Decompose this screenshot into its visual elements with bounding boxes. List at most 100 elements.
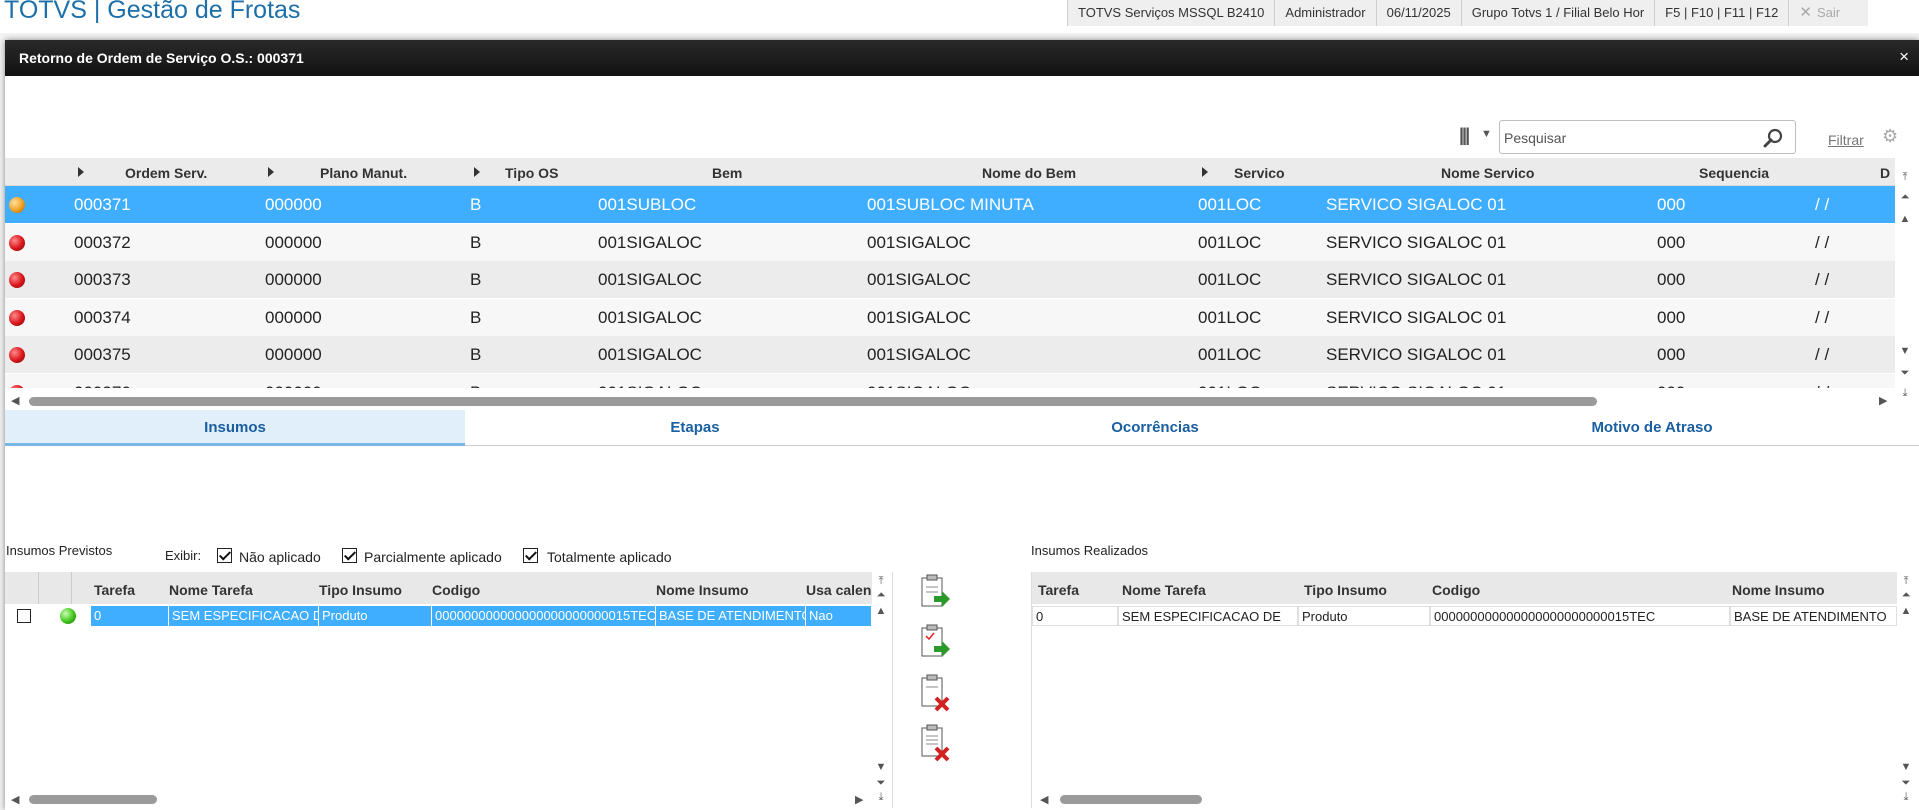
user-info[interactable]: Administrador	[1274, 0, 1375, 26]
scroll-bottom-icon[interactable]: ⤓	[1895, 388, 1915, 399]
filter-total-checkbox[interactable]	[523, 548, 538, 563]
tab-insumos[interactable]: Insumos	[5, 410, 465, 446]
scroll-page-up-icon[interactable]: ⏶	[1895, 192, 1915, 203]
status-orange-icon	[9, 197, 25, 213]
column-arrow-icon[interactable]	[78, 167, 84, 177]
scroll-bottom-icon[interactable]: ⤓	[872, 792, 890, 803]
table-row[interactable]: 000372 000000 B 001SIGALOC 001SIGALOC 001LOC S…	[5, 223, 1895, 261]
grid-horizontal-scrollbar[interactable]: ◀ ▶	[5, 394, 1895, 408]
scroll-page-down-icon[interactable]: ⏷	[1897, 778, 1915, 789]
scroll-up-icon[interactable]: ▲	[872, 606, 890, 617]
date-info[interactable]: 06/11/2025	[1375, 0, 1461, 26]
cell-tipo: B	[470, 383, 481, 389]
scroll-down-icon[interactable]: ▼	[872, 762, 890, 773]
columns-button[interactable]: ||| ▼	[1449, 121, 1497, 153]
top-bar-items: TOTVS Serviços MSSQL B2410 Administrador…	[1067, 0, 1869, 26]
col-servico[interactable]: Servico	[1234, 165, 1285, 181]
scroll-up-icon[interactable]: ▲	[1897, 606, 1915, 617]
scroll-down-icon[interactable]: ▼	[1895, 346, 1915, 357]
col-prev-nome-tarefa[interactable]: Nome Tarefa	[169, 582, 253, 598]
table-row[interactable]: 000373 000000 B 001SIGALOC 001SIGALOC 001LOC S…	[5, 261, 1895, 298]
dialog-title: Retorno de Ordem de Serviço O.S.: 000371	[19, 50, 304, 66]
scroll-page-up-icon[interactable]: ⏶	[872, 590, 890, 601]
col-real-codigo[interactable]: Codigo	[1432, 582, 1480, 598]
cell-tipo: B	[470, 307, 482, 327]
filter-link[interactable]: Filtrar	[1828, 132, 1864, 148]
previstos-vertical-scrollbar[interactable]: ⤒ ⏶ ▲ ▼ ⏷ ⤓	[872, 572, 890, 808]
scroll-left-icon[interactable]: ◀	[11, 793, 19, 806]
scroll-page-up-icon[interactable]: ⏶	[1897, 590, 1915, 601]
col-nome-servico[interactable]: Nome Servico	[1441, 165, 1534, 181]
top-bar: TOTVS | Gestão de Frotas TOTVS Serviços …	[0, 0, 1919, 33]
scroll-left-icon[interactable]: ◀	[11, 394, 19, 407]
scroll-page-down-icon[interactable]: ⏷	[1895, 368, 1915, 379]
search-icon[interactable]	[1763, 127, 1785, 149]
remove-all-insumo-icon[interactable]	[918, 724, 952, 762]
cell-ordem: 000375	[74, 345, 131, 364]
col-real-nome-insumo[interactable]: Nome Insumo	[1732, 582, 1825, 598]
scroll-left-icon[interactable]: ◀	[1040, 793, 1048, 806]
previstos-horizontal-scrollbar[interactable]: ◀ ▶	[5, 794, 872, 806]
branch-info[interactable]: Grupo Totvs 1 / Filial Belo Hor	[1460, 0, 1654, 26]
realizados-vertical-scrollbar[interactable]: ⤒ ⏶ ▲ ▼ ⏷ ⤓	[1897, 572, 1915, 808]
tab-ocorrencias[interactable]: Ocorrências	[925, 410, 1385, 446]
apply-insumo-icon[interactable]	[918, 574, 952, 612]
row-select-checkbox[interactable]	[17, 609, 31, 623]
table-row[interactable]: 000371 000000 B 001SUBLOC 001SUBLOC MINUTA 00…	[5, 186, 1895, 223]
scroll-thumb[interactable]	[29, 795, 157, 804]
insumos-previstos-row[interactable]: 0 SEM ESPECIFICACAO DE Produto 000000000…	[5, 606, 872, 626]
column-arrow-icon[interactable]	[474, 167, 480, 177]
col-prev-usa-calendario[interactable]: Usa calen	[806, 582, 871, 598]
search-input[interactable]	[1504, 128, 1754, 148]
scroll-top-icon[interactable]: ⤒	[1895, 172, 1915, 183]
tab-motivo-atraso[interactable]: Motivo de Atraso	[1385, 410, 1919, 446]
scroll-top-icon[interactable]: ⤒	[1897, 576, 1915, 587]
column-divider	[38, 572, 39, 604]
col-real-tipo-insumo[interactable]: Tipo Insumo	[1304, 582, 1387, 598]
cell-usa-calendario: Nao	[806, 606, 872, 626]
col-sequencia[interactable]: Sequencia	[1699, 165, 1769, 181]
col-prev-codigo[interactable]: Codigo	[432, 582, 480, 598]
scroll-down-icon[interactable]: ▼	[1897, 762, 1915, 773]
col-ordem-serv[interactable]: Ordem Serv.	[125, 165, 207, 181]
scroll-bottom-icon[interactable]: ⤓	[1897, 792, 1915, 803]
realizados-horizontal-scrollbar[interactable]: ◀	[1032, 794, 1897, 806]
scroll-right-icon[interactable]: ▶	[1879, 394, 1887, 407]
grid-vertical-scrollbar[interactable]: ⤒ ⏶ ▲ ▼ ⏷ ⤓	[1895, 158, 1915, 406]
exit-button[interactable]: ✕ Sair	[1788, 0, 1868, 26]
col-prev-tipo-insumo[interactable]: Tipo Insumo	[319, 582, 402, 598]
scroll-thumb[interactable]	[29, 397, 1597, 406]
scroll-right-icon[interactable]: ▶	[855, 793, 863, 806]
col-prev-tarefa[interactable]: Tarefa	[94, 582, 135, 598]
col-bem[interactable]: Bem	[712, 165, 742, 181]
col-data[interactable]: D	[1880, 165, 1890, 181]
dialog-close-button[interactable]: ×	[1899, 47, 1909, 67]
shortcut-keys[interactable]: F5 | F10 | F11 | F12	[1654, 0, 1788, 26]
scroll-thumb[interactable]	[1060, 795, 1202, 804]
scroll-top-icon[interactable]: ⤒	[872, 576, 890, 587]
insumos-realizados-row[interactable]: 0 SEM ESPECIFICACAO DE Produto 000000000…	[1032, 606, 1897, 626]
col-real-nome-tarefa[interactable]: Nome Tarefa	[1122, 582, 1206, 598]
tab-etapas[interactable]: Etapas	[465, 410, 925, 446]
scroll-page-down-icon[interactable]: ⏷	[872, 778, 890, 789]
table-row[interactable]: 000374 000000 B 001SIGALOC 001SIGALOC 001LOC S…	[5, 298, 1895, 336]
column-arrow-icon[interactable]	[268, 167, 274, 177]
table-row[interactable]: 000375 000000 B 001SIGALOC 001SIGALOC 001LOC S…	[5, 336, 1895, 373]
col-real-tarefa[interactable]: Tarefa	[1038, 582, 1079, 598]
remove-insumo-icon[interactable]	[918, 674, 952, 712]
table-row[interactable]: 000376 000000 B 001SIGALOC 001SIGALOC 001LOC S…	[5, 373, 1895, 389]
detail-tabs: Insumos Etapas Ocorrências Motivo de Atr…	[5, 410, 1919, 446]
filter-nao-aplicado-checkbox[interactable]	[217, 548, 232, 563]
apply-partial-insumo-icon[interactable]	[918, 624, 952, 662]
search-box[interactable]	[1499, 120, 1796, 154]
search-area: ||| ▼ Filtrar ⚙ ?	[5, 76, 1919, 191]
gear-icon[interactable]: ⚙	[1882, 126, 1898, 147]
col-plano-manut[interactable]: Plano Manut.	[320, 165, 407, 181]
environment-info[interactable]: TOTVS Serviços MSSQL B2410	[1067, 0, 1274, 26]
scroll-up-icon[interactable]: ▲	[1895, 214, 1915, 225]
col-nome-bem[interactable]: Nome do Bem	[982, 165, 1076, 181]
column-arrow-icon[interactable]	[1202, 167, 1208, 177]
col-prev-nome-insumo[interactable]: Nome Insumo	[656, 582, 749, 598]
col-tipo-os[interactable]: Tipo OS	[505, 165, 558, 181]
filter-parcial-checkbox[interactable]	[342, 548, 357, 563]
